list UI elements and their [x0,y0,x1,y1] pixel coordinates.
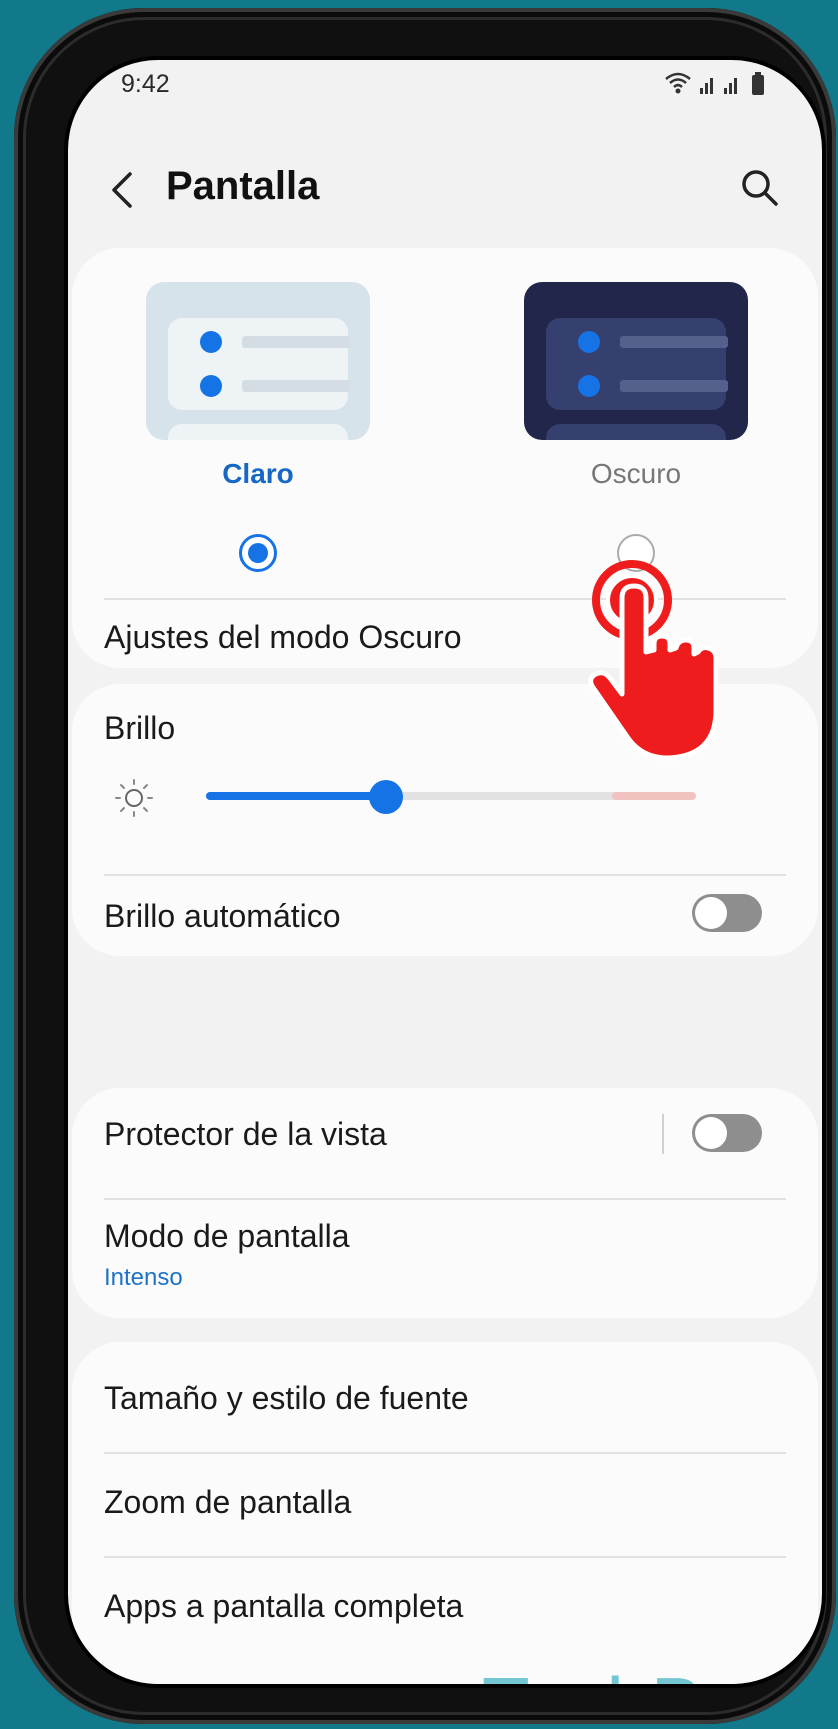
slider-track-active [206,792,386,800]
preview-panel [168,424,348,440]
toggle-separator [662,1114,664,1154]
preview-dot [578,331,600,353]
status-icons [665,72,764,95]
preview-panel [168,318,350,410]
display-options-card: Protector de la vista Modo de pantalla I… [72,1088,818,1318]
divider [104,1556,786,1558]
eye-protector-label[interactable]: Protector de la vista [104,1116,387,1153]
preview-bar [242,380,350,392]
watermark-logo: TechBone [482,1660,822,1684]
battery-icon [752,72,764,95]
screen: 9:42 Pantalla Claro Oscuro Ajustes del m… [68,60,822,1684]
light-theme-label: Claro [222,458,294,489]
auto-brightness-label[interactable]: Brillo automático [104,898,341,935]
brightness-label: Brillo [104,710,176,746]
font-zoom-card: Tamaño y estilo de fuente Zoom de pantal… [72,1342,818,1684]
tap-hand-icon [588,560,719,761]
search-icon[interactable] [738,166,782,210]
full-screen-apps-item[interactable]: Apps a pantalla completa [104,1588,463,1625]
preview-bar [242,336,350,348]
phone-frame: 9:42 Pantalla Claro Oscuro Ajustes del m… [14,8,836,1724]
screen-mode-value: Intenso [104,1264,183,1291]
screen-mode-label[interactable]: Modo de pantalla [104,1218,350,1255]
phone-bezel: 9:42 Pantalla Claro Oscuro Ajustes del m… [64,56,826,1688]
light-theme-preview[interactable] [146,282,370,440]
dark-mode-settings-item[interactable]: Ajustes del modo Oscuro [104,606,462,668]
slider-thumb[interactable] [369,780,403,814]
divider [104,1198,786,1200]
preview-dot [200,375,222,397]
light-theme-radio[interactable] [239,534,277,572]
preview-dot [200,331,222,353]
back-arrow-icon[interactable] [104,168,144,212]
preview-dot [578,375,600,397]
divider [104,1452,786,1454]
dark-theme-preview[interactable] [524,282,748,440]
page-title: Pantalla [166,164,320,208]
preview-bar [620,380,728,392]
preview-panel [546,424,726,440]
font-size-style-item[interactable]: Tamaño y estilo de fuente [104,1380,469,1417]
wifi-icon [665,72,691,88]
status-time: 9:42 [121,70,170,98]
screen-zoom-item[interactable]: Zoom de pantalla [104,1484,351,1521]
dark-theme-label: Oscuro [590,458,682,489]
divider [104,874,786,876]
eye-protector-toggle[interactable] [692,1114,762,1152]
preview-bar [620,336,728,348]
signal-icon [700,78,737,94]
sun-icon [115,779,153,817]
slider-track-high-range [612,792,696,800]
preview-panel [546,318,728,410]
auto-brightness-toggle[interactable] [692,894,762,932]
